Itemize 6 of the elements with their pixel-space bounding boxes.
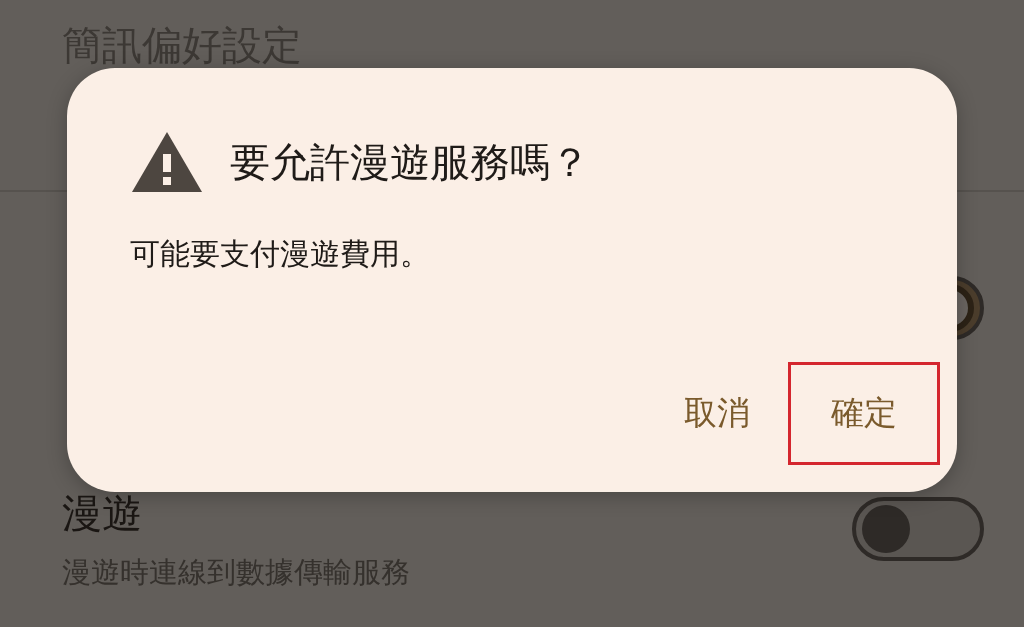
dialog-button[interactable]: 取消 (663, 362, 771, 465)
dialog-button[interactable]: 確定 (788, 362, 940, 465)
dialog-title: 要允許漫遊服務嗎？ (230, 137, 590, 187)
warning-icon (130, 130, 204, 194)
setting-title: 漫遊 (62, 491, 143, 535)
dialog-message: 可能要支付漫遊費用。 (130, 235, 431, 273)
